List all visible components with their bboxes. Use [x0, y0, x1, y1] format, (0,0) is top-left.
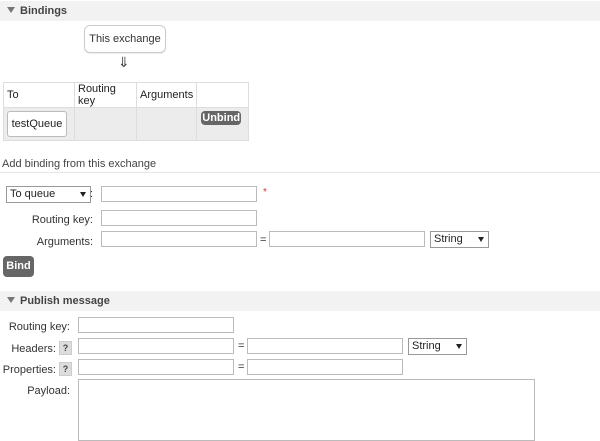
destination-type-select[interactable]: To queue — [6, 186, 91, 203]
routing-key-label: Routing key: — [31, 214, 93, 226]
binding-arguments-cell — [135, 107, 198, 141]
bindings-section-header[interactable]: Bindings — [0, 1, 600, 21]
binding-argument-value-input[interactable] — [269, 231, 425, 247]
table-header-row: To Routing key Arguments — [3, 82, 250, 108]
table-row: testQueue Unbind — [3, 107, 250, 141]
collapse-triangle-icon — [7, 7, 15, 13]
argument-type-value: String — [434, 233, 463, 245]
payload-label: Payload: — [27, 385, 70, 397]
column-header-to: To — [3, 82, 75, 108]
dropdown-caret-icon — [478, 237, 484, 242]
header-type-value: String — [412, 340, 441, 352]
column-header-routing-key: Routing key — [74, 82, 137, 108]
bind-button[interactable]: Bind — [3, 256, 34, 277]
dropdown-caret-icon — [80, 192, 86, 197]
column-header-arguments: Arguments — [135, 82, 198, 108]
this-exchange-box: This exchange — [84, 25, 166, 53]
property-value-input[interactable] — [247, 359, 403, 375]
header-value-input[interactable] — [247, 338, 403, 354]
required-marker: * — [263, 187, 267, 198]
down-arrow-icon: ⇓ — [118, 54, 130, 70]
headers-label: Headers: — [11, 343, 56, 355]
headers-help-icon[interactable]: ? — [59, 341, 72, 355]
binding-argument-key-input[interactable] — [101, 231, 257, 247]
add-binding-heading: Add binding from this exchange — [2, 158, 157, 170]
header-equals-sign: = — [238, 340, 245, 352]
dropdown-caret-icon — [456, 344, 462, 349]
payload-textarea[interactable] — [78, 379, 535, 441]
header-type-select[interactable]: String — [408, 338, 467, 355]
publish-routing-key-input[interactable] — [78, 317, 234, 333]
unbind-button[interactable]: Unbind — [201, 111, 242, 125]
binding-action-cell: Unbind — [196, 107, 250, 141]
properties-label: Properties: — [2, 364, 56, 376]
publish-section-header[interactable]: Publish message — [0, 291, 600, 311]
divider — [0, 172, 600, 173]
bindings-title: Bindings — [20, 5, 68, 17]
property-equals-sign: = — [238, 361, 245, 373]
destination-separator: : — [90, 188, 94, 200]
publish-title: Publish message — [20, 295, 110, 307]
destination-name-input[interactable] — [101, 186, 257, 202]
arguments-label: Arguments: — [36, 236, 93, 248]
header-key-input[interactable] — [78, 338, 234, 354]
binding-routing-key-cell — [74, 107, 137, 141]
publish-routing-key-label: Routing key: — [8, 321, 70, 333]
argument-equals-sign: = — [260, 234, 267, 246]
destination-type-value: To queue — [10, 188, 56, 200]
queue-link-testqueue[interactable]: testQueue — [7, 111, 67, 137]
argument-type-select[interactable]: String — [430, 231, 489, 248]
bindings-table: To Routing key Arguments testQueue Unbin… — [3, 82, 250, 141]
collapse-triangle-icon — [7, 297, 15, 303]
column-header-actions — [196, 82, 250, 108]
property-key-input[interactable] — [78, 359, 234, 375]
binding-destination-cell: testQueue — [3, 107, 75, 141]
binding-routing-key-input[interactable] — [101, 210, 257, 226]
properties-help-icon[interactable]: ? — [59, 362, 72, 376]
